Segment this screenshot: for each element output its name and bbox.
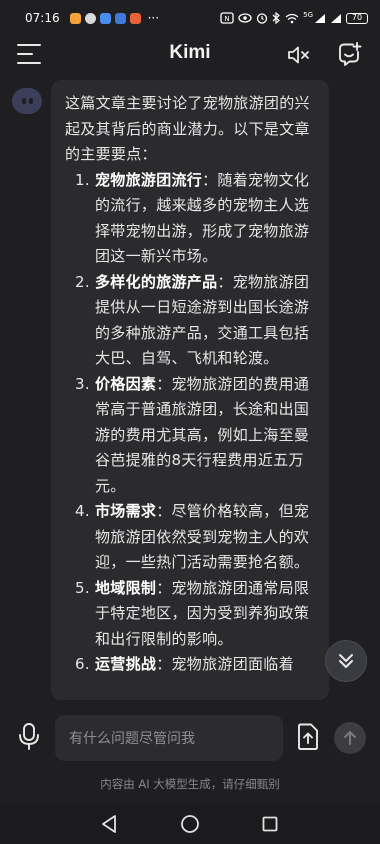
point-title: 运营挑战: [95, 655, 157, 673]
eye-icon: [238, 13, 252, 23]
network-type: 5G: [303, 11, 313, 19]
point-title: 市场需求: [95, 502, 157, 520]
list-item: 5. 地域限制：宠物旅游团通常局限于特定地区，因为受到养狗政策和出行限制的影响。: [75, 578, 310, 648]
bluetooth-icon: [272, 12, 281, 24]
nfc-icon: N: [220, 12, 234, 24]
battery-indicator: 70: [346, 12, 368, 24]
point-title: 多样化的旅游产品: [95, 272, 218, 291]
notification-app-icon: [129, 12, 141, 24]
notification-app-icon: [69, 12, 81, 24]
recent-apps-icon[interactable]: [262, 816, 278, 832]
message-icon: [84, 12, 96, 24]
microphone-icon[interactable]: [17, 722, 41, 752]
scroll-to-bottom-button[interactable]: [325, 640, 367, 682]
notification-app-icon: [114, 12, 126, 24]
signal-icon: [331, 13, 341, 23]
svg-text:N: N: [224, 15, 229, 23]
arrow-up-icon: [344, 731, 356, 745]
input-placeholder: 有什么问题尽管问我: [69, 731, 195, 747]
home-icon[interactable]: [180, 814, 200, 834]
back-icon[interactable]: [100, 814, 118, 834]
list-item: 4. 市场需求：尽管价格较高，但宠物旅游团依然受到宠物主人的欢迎，一些热门活动需要…: [75, 502, 310, 571]
upload-file-icon[interactable]: [296, 723, 320, 751]
list-item: 3. 价格因素：宠物旅游团的费用通常高于普通旅游团，长途和出国游的费用尤其高，例如…: [75, 374, 310, 495]
wifi-icon: [285, 13, 299, 23]
composer: 有什么问题尽管问我 内容由 AI 大模型生成，请仔细甄别: [0, 703, 380, 803]
point-title: 价格因素: [95, 374, 157, 393]
speaker-mute-icon[interactable]: [286, 43, 312, 67]
more-notifications-icon: ···: [147, 11, 160, 25]
list-item: 2. 多样化的旅游产品：宠物旅游团提供从一日短途游到出国长途游的多种旅游产品，交通…: [75, 272, 310, 368]
double-chevron-down-icon: [339, 654, 353, 668]
system-nav-bar: [0, 803, 380, 844]
page-title: Kimi: [169, 42, 211, 63]
message-input[interactable]: 有什么问题尽管问我: [55, 715, 283, 761]
assistant-message: 这篇文章主要讨论了宠物旅游团的兴起及其背后的商业潜力。以下是文章的主要要点： 1…: [51, 80, 329, 700]
signal-icon: [315, 13, 325, 23]
message-intro: 这篇文章主要讨论了宠物旅游团的兴起及其背后的商业潜力。以下是文章的主要要点：: [65, 94, 310, 163]
point-text: ：宠物旅游团面临着: [156, 655, 294, 673]
alarm-icon: [256, 13, 268, 24]
point-title: 宠物旅游团流行: [95, 170, 203, 189]
status-bar: 07:16 ··· N 5G 70: [0, 0, 380, 36]
assistant-avatar: [12, 88, 42, 114]
list-item: 6. 运营挑战：宠物旅游团面临着: [75, 655, 294, 673]
status-time: 07:16: [25, 11, 60, 25]
new-chat-icon[interactable]: [337, 41, 363, 67]
message-points-list: 1. 宠物旅游团流行：随着宠物文化的流行，越来越多的宠物主人选择带宠物出游，形成了…: [65, 168, 317, 678]
send-button[interactable]: [334, 722, 366, 754]
notification-app-icon: [99, 12, 111, 24]
app-header: Kimi: [0, 36, 380, 76]
list-item: 1. 宠物旅游团流行：随着宠物文化的流行，越来越多的宠物主人选择带宠物出游，形成了…: [75, 170, 310, 266]
ai-disclaimer: 内容由 AI 大模型生成，请仔细甄别: [100, 777, 280, 791]
point-title: 地域限制: [95, 578, 157, 597]
